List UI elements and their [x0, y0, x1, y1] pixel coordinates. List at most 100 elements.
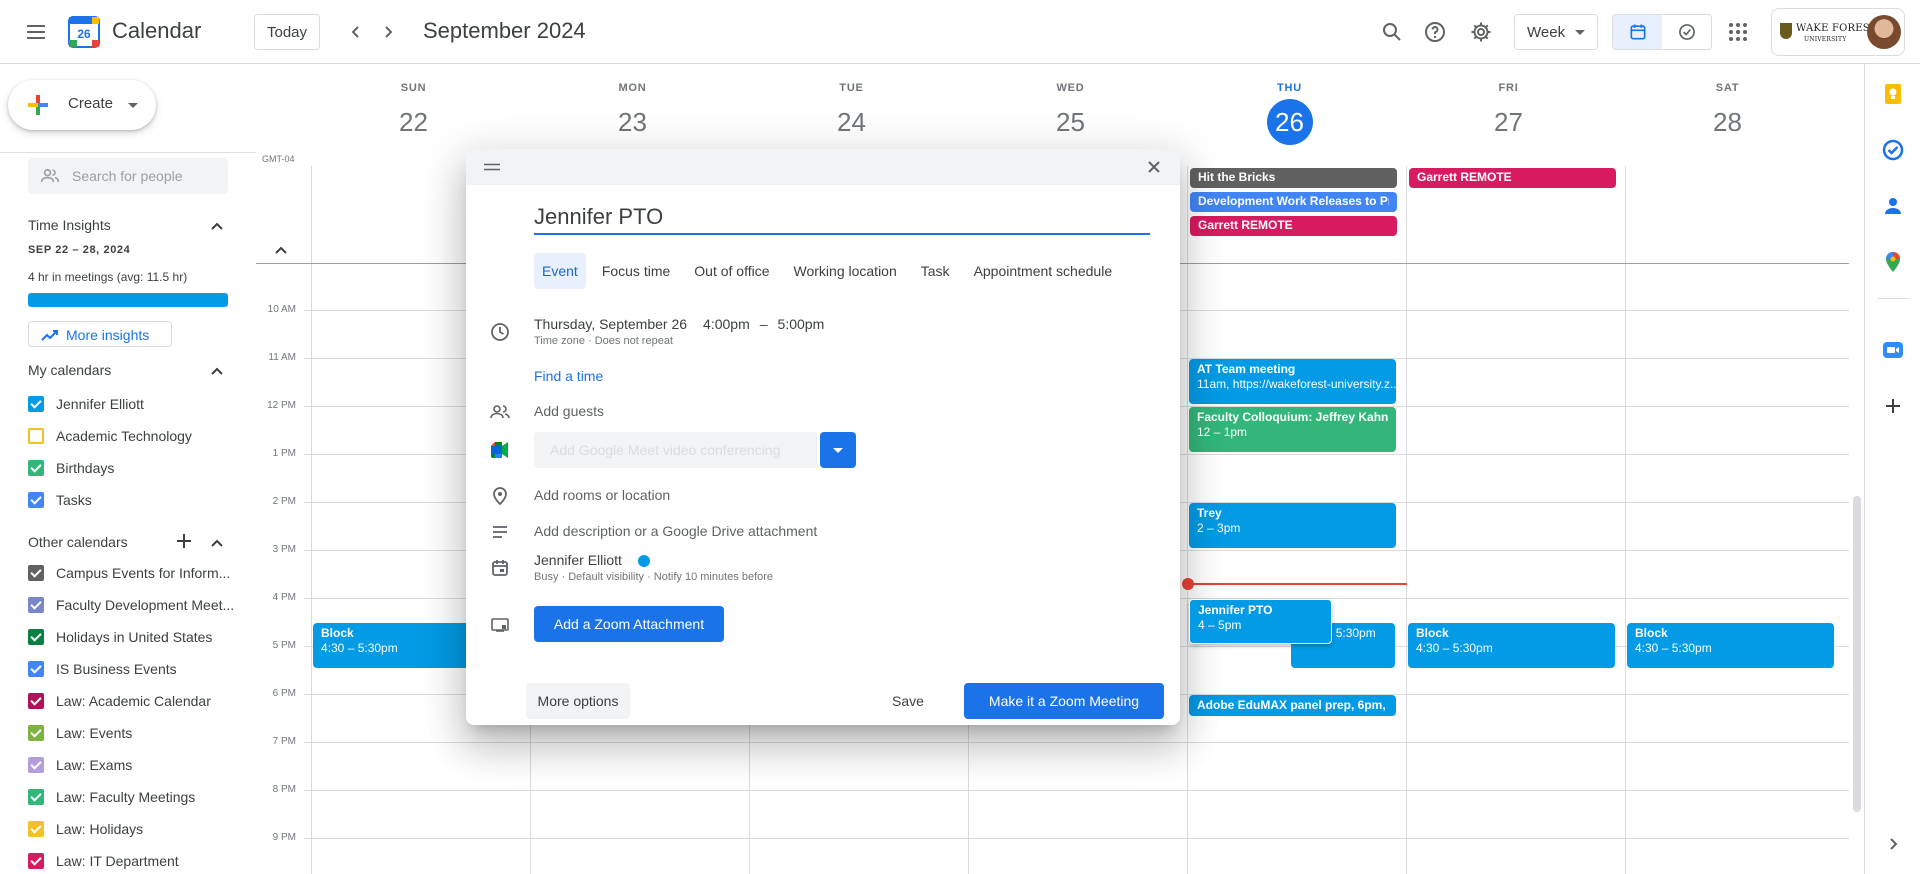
- calendar-checkbox[interactable]: [28, 693, 44, 709]
- tab-focus-time[interactable]: Focus time: [594, 253, 678, 289]
- start-time[interactable]: 4:00pm: [703, 316, 750, 332]
- drag-handle-icon[interactable]: [484, 163, 500, 171]
- chevron-up-icon[interactable]: [209, 363, 225, 379]
- tab-working-location[interactable]: Working location: [786, 253, 905, 289]
- day-header[interactable]: FRI 27: [1399, 64, 1618, 154]
- make-zoom-meeting-button[interactable]: Make it a Zoom Meeting: [964, 683, 1164, 719]
- contacts-icon[interactable]: [1881, 194, 1905, 218]
- calendar-item[interactable]: Law: Faculty Meetings: [28, 787, 238, 807]
- calendar-event[interactable]: Block 4:30 – 5:30pm: [1408, 623, 1615, 668]
- day-number[interactable]: 23: [610, 99, 656, 145]
- find-a-time-link[interactable]: Find a time: [534, 368, 603, 384]
- calendar-checkbox[interactable]: [28, 597, 44, 613]
- settings-gear-icon[interactable]: [1461, 12, 1501, 52]
- search-people-input[interactable]: Search for people: [28, 158, 228, 194]
- event-date[interactable]: Thursday, September 26: [534, 316, 687, 332]
- tasks-icon[interactable]: [1881, 138, 1905, 162]
- chevron-right-icon[interactable]: [1885, 836, 1901, 852]
- calendar-checkbox[interactable]: [28, 853, 44, 869]
- today-button[interactable]: Today: [254, 14, 320, 50]
- tab-out-of-office[interactable]: Out of office: [686, 253, 777, 289]
- calendar-item[interactable]: Academic Technology: [28, 426, 238, 446]
- search-icon[interactable]: [1372, 12, 1412, 52]
- collapse-allday-chevron-up-icon[interactable]: [273, 242, 289, 258]
- calendar-checkbox[interactable]: [28, 565, 44, 581]
- add-guests-input[interactable]: Add guests: [534, 403, 604, 419]
- account-switcher[interactable]: WAKE FOREST UNIVERSITY: [1771, 8, 1905, 56]
- tab-appointment-schedule[interactable]: Appointment schedule: [966, 253, 1121, 289]
- end-time[interactable]: 5:00pm: [778, 316, 825, 332]
- day-header[interactable]: THU 26: [1180, 64, 1399, 154]
- all-day-event[interactable]: Garrett REMOTE: [1190, 216, 1397, 236]
- more-insights-button[interactable]: More insights: [28, 321, 172, 347]
- day-number[interactable]: 27: [1486, 99, 1532, 145]
- all-day-event[interactable]: Hit the Bricks: [1190, 168, 1397, 188]
- all-day-event[interactable]: Garrett REMOTE: [1409, 168, 1616, 188]
- day-number[interactable]: 28: [1705, 99, 1751, 145]
- keep-notes-icon[interactable]: [1881, 82, 1905, 106]
- calendar-checkbox[interactable]: [28, 789, 44, 805]
- help-icon[interactable]: [1415, 12, 1455, 52]
- day-header[interactable]: WED 25: [961, 64, 1180, 154]
- day-header[interactable]: SAT 28: [1618, 64, 1837, 154]
- day-header[interactable]: SUN 22: [304, 64, 523, 154]
- calendar-item[interactable]: Law: Exams: [28, 755, 238, 775]
- calendar-checkbox[interactable]: [28, 821, 44, 837]
- calendar-item[interactable]: Birthdays: [28, 458, 238, 478]
- add-location-input[interactable]: Add rooms or location: [534, 487, 670, 503]
- calendar-checkbox[interactable]: [28, 757, 44, 773]
- calendar-event[interactable]: Faculty Colloquium: Jeffrey Kahn - S...1…: [1189, 407, 1396, 452]
- day-header[interactable]: TUE 24: [742, 64, 961, 154]
- day-header[interactable]: MON 23: [523, 64, 742, 154]
- calendar-event[interactable]: Block 4:30 – 5:30pm: [1627, 623, 1834, 668]
- timezone-repeat[interactable]: Time zone · Does not repeat: [534, 335, 673, 347]
- add-zoom-attachment-button[interactable]: Add a Zoom Attachment: [534, 606, 724, 642]
- close-icon[interactable]: [1144, 157, 1164, 177]
- more-options-button[interactable]: More options: [526, 683, 630, 719]
- calendar-checkbox[interactable]: [28, 492, 44, 508]
- calendar-item[interactable]: Campus Events for Inform...: [28, 563, 238, 583]
- save-button[interactable]: Save: [876, 683, 940, 719]
- meet-options-dropdown[interactable]: [820, 432, 856, 468]
- create-button[interactable]: Create: [8, 80, 156, 130]
- chevron-up-icon[interactable]: [209, 535, 225, 551]
- calendar-event[interactable]: Adobe EduMAX panel prep, 6pm, Mi...: [1189, 695, 1396, 716]
- chevron-up-icon[interactable]: [209, 218, 225, 234]
- calendar-view-button[interactable]: [1613, 15, 1662, 49]
- all-day-event[interactable]: Development Work Releases to Pro...: [1190, 192, 1397, 212]
- calendar-item[interactable]: Holidays in United States: [28, 627, 238, 647]
- apps-grid-icon[interactable]: [1718, 12, 1758, 52]
- day-number[interactable]: 25: [1048, 99, 1094, 145]
- calendar-item[interactable]: Faculty Development Meet...: [28, 595, 238, 615]
- maps-pin-icon[interactable]: [1881, 250, 1905, 274]
- add-addon-plus-icon[interactable]: [1881, 394, 1905, 418]
- calendar-item[interactable]: IS Business Events: [28, 659, 238, 679]
- next-week-icon[interactable]: [368, 12, 408, 52]
- add-description-input[interactable]: Add description or a Google Drive attach…: [534, 523, 817, 539]
- scrollbar[interactable]: [1853, 496, 1861, 812]
- main-menu-icon[interactable]: [16, 12, 56, 52]
- calendar-checkbox[interactable]: [28, 725, 44, 741]
- day-number[interactable]: 24: [829, 99, 875, 145]
- calendar-checkbox[interactable]: [28, 428, 44, 444]
- calendar-checkbox[interactable]: [28, 629, 44, 645]
- calendar-event[interactable]: Jennifer PTO 4 – 5pm: [1189, 599, 1332, 644]
- dialog-header[interactable]: [466, 149, 1180, 185]
- calendar-item[interactable]: Jennifer Elliott: [28, 394, 238, 414]
- day-number[interactable]: 26: [1266, 99, 1313, 145]
- tasks-view-button[interactable]: [1662, 15, 1711, 49]
- calendar-item[interactable]: Law: Events: [28, 723, 238, 743]
- add-calendar-plus-icon[interactable]: [175, 532, 193, 550]
- calendar-checkbox[interactable]: [28, 396, 44, 412]
- calendar-owner[interactable]: Jennifer Elliott: [534, 552, 622, 568]
- tab-task[interactable]: Task: [913, 253, 958, 289]
- calendar-item[interactable]: Law: Academic Calendar: [28, 691, 238, 711]
- calendar-event[interactable]: AT Team meeting 11am, https://wakeforest-…: [1189, 359, 1396, 404]
- calendar-item[interactable]: Law: IT Department: [28, 851, 238, 871]
- view-select-dropdown[interactable]: Week: [1514, 14, 1598, 50]
- google-meet-button[interactable]: Add Google Meet video conferencing: [534, 432, 818, 468]
- calendar-item[interactable]: Law: Holidays: [28, 819, 238, 839]
- event-title-input[interactable]: [534, 201, 1150, 235]
- calendar-event[interactable]: Trey 2 – 3pm: [1189, 503, 1396, 548]
- calendar-checkbox[interactable]: [28, 661, 44, 677]
